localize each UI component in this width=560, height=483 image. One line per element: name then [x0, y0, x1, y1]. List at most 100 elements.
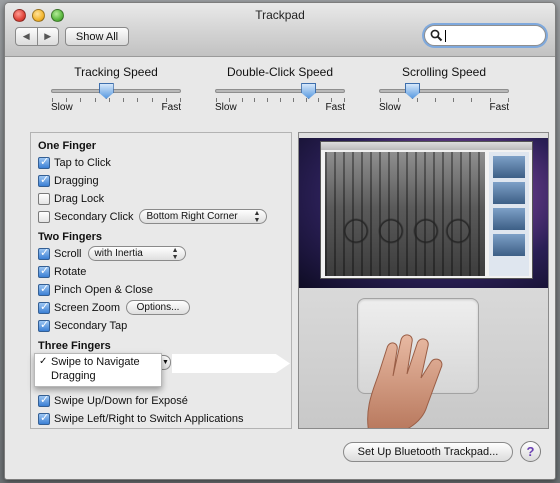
- slider-tick: [241, 98, 243, 102]
- checkbox[interactable]: [38, 173, 50, 187]
- slider-tick: [123, 98, 125, 102]
- checkbox[interactable]: [38, 264, 50, 278]
- title-bar: Trackpad ◀ ▶ Show All: [5, 3, 555, 57]
- slider-title: Tracking Speed: [74, 65, 158, 79]
- slider-tick: [416, 98, 418, 102]
- slider-tick: [471, 98, 473, 102]
- checkbox[interactable]: [38, 155, 50, 169]
- double-click-speed-slider[interactable]: [215, 83, 345, 102]
- secondary-click-option[interactable]: Secondary Click Bottom Right Corner ▲ ▼: [38, 209, 268, 224]
- option-label: Tap to Click: [54, 156, 111, 169]
- text-caret: [445, 30, 446, 42]
- help-button[interactable]: ?: [520, 441, 541, 462]
- tracking-speed-slider-group: Tracking Speed Slow Fast: [51, 65, 181, 113]
- slider-tick: [508, 98, 509, 102]
- popup-value: Bottom Right Corner: [146, 211, 238, 222]
- tap-to-click-option[interactable]: Tap to Click: [38, 155, 111, 170]
- preview-sidebar: [489, 152, 529, 276]
- menu-item-swipe-to-navigate[interactable]: ✓ Swipe to Navigate: [35, 356, 161, 370]
- slider-ticks: [380, 98, 509, 102]
- checkbox[interactable]: [38, 300, 50, 314]
- rotate-option[interactable]: Rotate: [38, 264, 86, 279]
- slider-tick: [267, 98, 269, 102]
- scrolling-speed-slider-group: Scrolling Speed Slow Fast: [379, 65, 509, 113]
- scroll-option[interactable]: Scroll with Inertia ▲▼: [38, 246, 186, 261]
- tracking-speed-slider[interactable]: [51, 83, 181, 102]
- checkmark-icon: ✓: [39, 356, 48, 367]
- three-finger-popup-menu: ✓ Swipe to Navigate Dragging: [34, 353, 162, 387]
- up-down-arrows-icon: ▲ ▼: [171, 246, 179, 261]
- option-label: Pinch Open & Close: [54, 283, 154, 296]
- three-fingers-heading: Three Fingers: [38, 340, 111, 352]
- swipe-expose-option[interactable]: Swipe Up/Down for Exposé: [38, 393, 188, 408]
- slider-thumb[interactable]: [301, 83, 317, 99]
- slider-tick: [305, 98, 307, 102]
- window-title: Trackpad: [255, 8, 305, 22]
- slider-max-label: Fast: [161, 102, 181, 113]
- option-label: Secondary Click: [54, 210, 134, 223]
- slider-tick: [66, 98, 68, 102]
- up-down-arrows-icon: ▲ ▼: [253, 209, 261, 224]
- scroll-popup[interactable]: with Inertia ▲ ▼: [87, 246, 186, 261]
- drag-lock-option[interactable]: Drag Lock: [38, 191, 104, 206]
- gesture-preview-video: [298, 132, 549, 429]
- slider-thumb[interactable]: [98, 83, 114, 99]
- slider-tick: [318, 98, 320, 102]
- screen-zoom-option[interactable]: Screen Zoom Options...: [38, 300, 191, 315]
- slider-tick: [80, 98, 82, 102]
- option-label: Scroll: [54, 247, 82, 260]
- checkbox[interactable]: [38, 282, 50, 296]
- slider-ticks: [216, 98, 345, 102]
- slider-min-label: Slow: [51, 102, 73, 113]
- slider-tick: [180, 98, 181, 102]
- popup-value: with Inertia: [94, 248, 143, 259]
- menu-item-dragging[interactable]: Dragging: [35, 370, 161, 384]
- menu-item-label: Dragging: [51, 370, 96, 382]
- zoom-options-button[interactable]: Options...: [126, 300, 191, 315]
- secondary-click-popup[interactable]: Bottom Right Corner ▲ ▼: [139, 209, 268, 224]
- back-forward-control: ◀ ▶: [15, 27, 59, 46]
- preview-desktop: [299, 133, 548, 288]
- slider-tick: [137, 98, 139, 102]
- checkbox[interactable]: [38, 246, 50, 260]
- menu-pointer-arrow: [172, 354, 290, 373]
- slider-tick: [434, 98, 436, 102]
- checkbox[interactable]: [38, 192, 50, 205]
- slider-tick: [216, 98, 217, 102]
- slider-min-label: Slow: [215, 102, 237, 113]
- checkbox[interactable]: [38, 411, 50, 425]
- slider-tick: [331, 98, 333, 102]
- setup-bluetooth-trackpad-button[interactable]: Set Up Bluetooth Trackpad...: [343, 442, 513, 462]
- checkbox[interactable]: [38, 318, 50, 332]
- show-all-button[interactable]: Show All: [65, 27, 129, 46]
- option-label: Swipe Left/Right to Switch Applications: [54, 412, 244, 425]
- back-arrow-icon[interactable]: ◀: [16, 28, 38, 45]
- search-field[interactable]: [424, 25, 546, 46]
- slider-ticks: [52, 98, 181, 102]
- slider-thumb[interactable]: [405, 83, 420, 99]
- double-click-speed-slider-group: Double-Click Speed Slow Fast: [215, 65, 345, 113]
- secondary-tap-option[interactable]: Secondary Tap: [38, 318, 127, 333]
- slider-min-label: Slow: [379, 102, 401, 113]
- magnifier-icon: [430, 29, 443, 42]
- slider-tick: [380, 98, 381, 102]
- slider-tick: [344, 98, 345, 102]
- preferences-window: Trackpad ◀ ▶ Show All Tracking Speed Slo…: [4, 2, 556, 480]
- forward-arrow-icon[interactable]: ▶: [38, 28, 59, 45]
- slider-title: Scrolling Speed: [401, 65, 487, 79]
- slider-tick: [398, 98, 400, 102]
- slider-tick: [254, 98, 256, 102]
- preview-browser-window: [320, 141, 533, 279]
- two-fingers-heading: Two Fingers: [38, 231, 102, 243]
- scrolling-speed-slider[interactable]: [379, 83, 509, 102]
- checkbox[interactable]: [38, 393, 50, 407]
- slider-tick: [292, 98, 294, 102]
- dragging-option[interactable]: Dragging: [38, 173, 99, 188]
- slider-tick: [489, 98, 491, 102]
- pinch-option[interactable]: Pinch Open & Close: [38, 282, 153, 297]
- hand-icon: [367, 334, 443, 428]
- option-label: Screen Zoom: [54, 301, 121, 314]
- checkbox[interactable]: [38, 210, 50, 223]
- option-label: Secondary Tap: [54, 319, 128, 332]
- swipe-switch-apps-option[interactable]: Swipe Left/Right to Switch Applications: [38, 411, 244, 426]
